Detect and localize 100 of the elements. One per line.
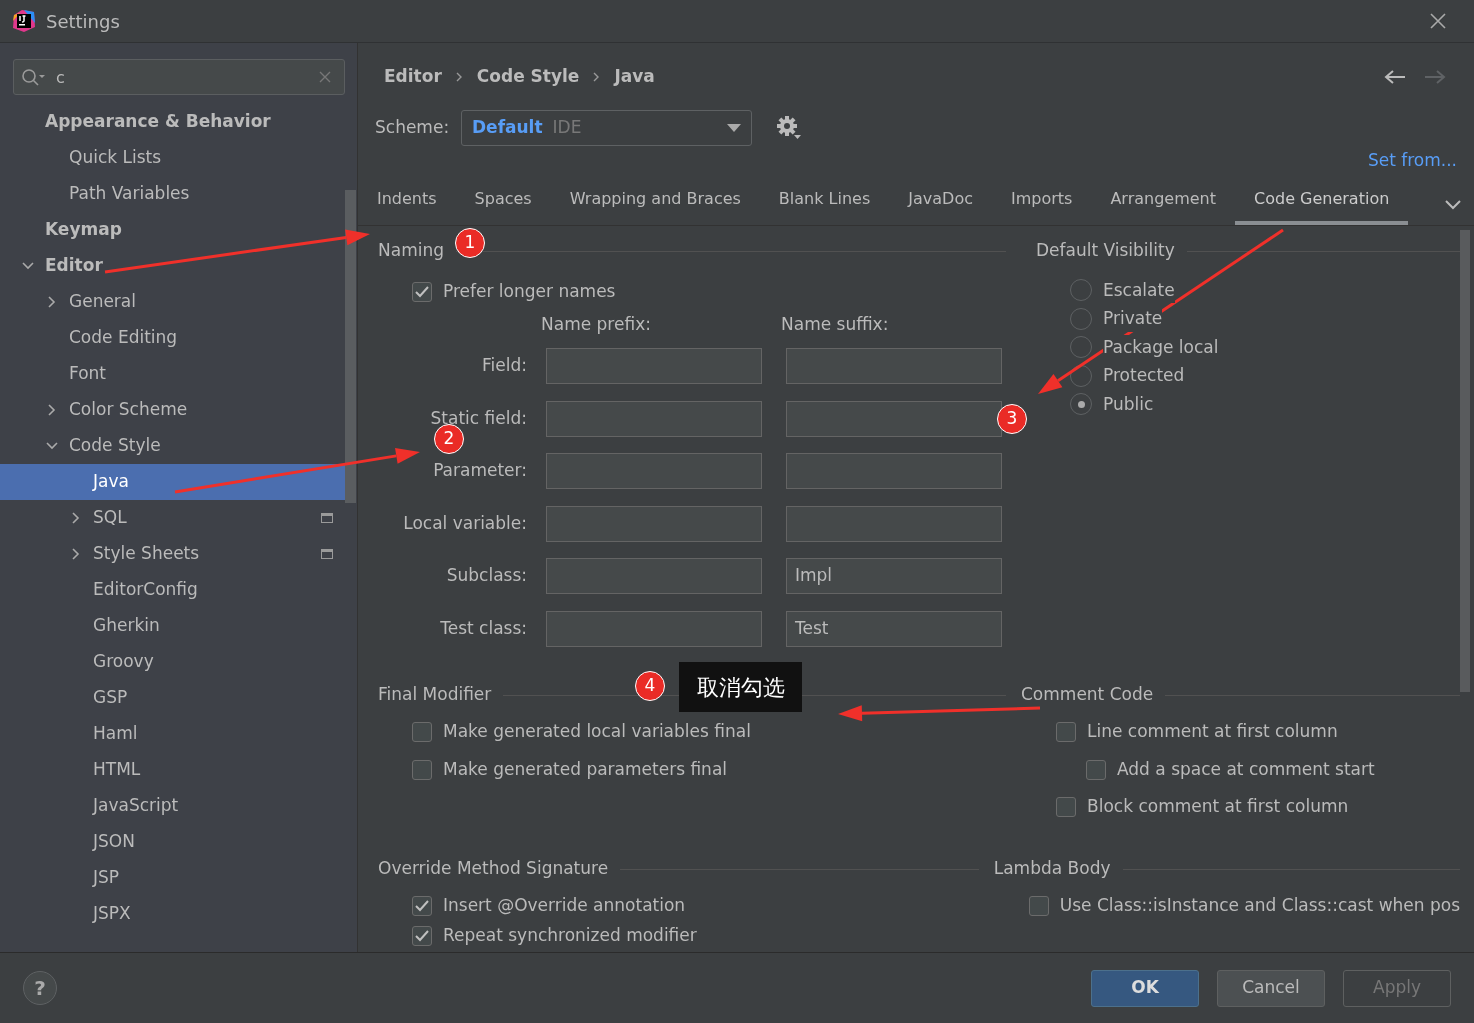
tree-item[interactable]: JSPX: [0, 896, 345, 932]
tab[interactable]: Code Generation: [1235, 178, 1409, 225]
tree-item[interactable]: Haml: [0, 716, 345, 752]
set-from-link[interactable]: Set from...: [1367, 148, 1457, 174]
tab[interactable]: Wrapping and Braces: [550, 178, 760, 225]
section-title: Comment Code: [1021, 683, 1154, 707]
checkbox[interactable]: [412, 722, 432, 742]
input-field[interactable]: [546, 558, 762, 594]
section-title: Override Method Signature: [378, 857, 609, 881]
tab[interactable]: Blank Lines: [759, 178, 890, 225]
tree-item[interactable]: Font: [0, 356, 345, 392]
tree-item[interactable]: Code Editing: [0, 320, 345, 356]
breadcrumb-item[interactable]: Java: [614, 63, 655, 90]
number-badge: 1: [455, 228, 485, 258]
tree-item[interactable]: Editor: [0, 248, 345, 284]
tree-item[interactable]: Java: [0, 464, 345, 500]
tree-item[interactable]: GSP: [0, 680, 345, 716]
tree-item[interactable]: HTML: [0, 752, 345, 788]
input-field[interactable]: [546, 505, 762, 542]
field-label: Local variable:: [402, 511, 527, 535]
chevron-down-icon[interactable]: [1445, 200, 1461, 210]
checkbox[interactable]: [1056, 722, 1076, 742]
checkbox-label[interactable]: Repeat synchronized modifier: [443, 923, 697, 949]
number-badge: 2: [434, 424, 464, 454]
column-header: Name suffix:: [781, 313, 889, 337]
input-field[interactable]: [546, 610, 762, 647]
radio-button[interactable]: [1070, 393, 1092, 416]
number-badge: 3: [997, 404, 1027, 434]
radio-button[interactable]: [1070, 307, 1092, 330]
scrollbar[interactable]: [345, 190, 356, 503]
checkbox[interactable]: [1056, 797, 1076, 817]
input-field[interactable]: [546, 453, 762, 489]
input-field[interactable]: [786, 400, 1002, 437]
tab[interactable]: JavaDoc: [889, 178, 992, 225]
input-field[interactable]: [546, 400, 762, 437]
scheme-dropdown[interactable]: Default IDE: [461, 110, 752, 146]
checkbox[interactable]: [1028, 896, 1049, 916]
tree-item[interactable]: General: [0, 284, 345, 320]
tree-item[interactable]: JSON: [0, 824, 345, 860]
tree-item[interactable]: JavaScript: [0, 788, 345, 824]
breadcrumb-item[interactable]: Code Style: [476, 63, 580, 90]
field-label: Parameter:: [432, 459, 527, 483]
checkbox-label[interactable]: Block comment at first column: [1087, 794, 1349, 820]
close-icon[interactable]: [1430, 13, 1446, 29]
input-field[interactable]: Test: [786, 610, 1002, 647]
checkbox[interactable]: [412, 896, 432, 916]
tree-item[interactable]: Groovy: [0, 644, 345, 680]
back-arrow-icon[interactable]: [1384, 68, 1406, 85]
tree-item[interactable]: Quick Lists: [0, 140, 345, 176]
section-title: Final Modifier: [378, 683, 492, 707]
input-field[interactable]: [786, 505, 1002, 542]
checkbox-label[interactable]: Add a space at comment start: [1117, 756, 1375, 783]
gear-icon[interactable]: [776, 115, 802, 141]
tree-item[interactable]: Code Style: [0, 428, 345, 464]
input-field[interactable]: [786, 348, 1002, 384]
search-icon: [21, 68, 45, 86]
radio-label[interactable]: Package local: [1103, 334, 1219, 360]
window-title: Settings: [46, 9, 120, 34]
clear-icon[interactable]: [319, 71, 331, 83]
dropdown-arrow-icon: [727, 124, 741, 132]
tab[interactable]: Spaces: [455, 178, 551, 225]
breadcrumb-item[interactable]: Editor: [384, 63, 442, 90]
tree-item[interactable]: Keymap: [0, 212, 345, 248]
input-field[interactable]: [546, 348, 762, 384]
checkbox[interactable]: [1086, 759, 1106, 780]
tree-item[interactable]: Path Variables: [0, 176, 345, 212]
tree-item[interactable]: Color Scheme: [0, 392, 345, 428]
tree-item[interactable]: SQL: [0, 500, 345, 536]
checkbox[interactable]: [412, 282, 432, 302]
scheme-label: Scheme:: [375, 116, 451, 140]
checkbox-label[interactable]: Make generated local variables final: [443, 719, 751, 745]
checkbox-label[interactable]: Insert @Override annotation: [443, 893, 686, 919]
input-field[interactable]: [786, 453, 1002, 489]
section-title: Default Visibility: [1036, 239, 1175, 263]
cancel-button[interactable]: Cancel: [1217, 969, 1325, 1007]
radio-button[interactable]: [1070, 336, 1092, 359]
checkbox-label[interactable]: Use Class::isInstance and Class::cast when pos: [1059, 893, 1460, 919]
tree-item[interactable]: JSP: [0, 860, 345, 896]
tab[interactable]: Imports: [991, 178, 1092, 225]
checkbox[interactable]: [412, 759, 432, 780]
search-field[interactable]: c: [13, 59, 345, 95]
tree-item[interactable]: Appearance & Behavior: [0, 104, 345, 140]
input-field[interactable]: Impl: [786, 558, 1002, 594]
scrollbar[interactable]: [1460, 230, 1470, 692]
radio-button[interactable]: [1070, 279, 1092, 302]
annotation-label: 取消勾选: [679, 662, 802, 712]
help-button[interactable]: ?: [23, 971, 57, 1005]
forward-arrow-icon[interactable]: [1424, 68, 1446, 85]
tab[interactable]: Arrangement: [1091, 178, 1235, 225]
tab[interactable]: Indents: [358, 178, 456, 225]
checkbox-label[interactable]: Line comment at first column: [1087, 719, 1338, 745]
tree-item[interactable]: Style Sheets: [0, 536, 345, 572]
tree-item[interactable]: EditorConfig: [0, 572, 345, 608]
checkbox-label[interactable]: Make generated parameters final: [443, 756, 728, 783]
checkbox-label[interactable]: Prefer longer names: [443, 279, 616, 305]
tree-item[interactable]: Gherkin: [0, 608, 345, 644]
breadcrumb-separator-icon: [593, 71, 601, 82]
ok-button[interactable]: OK: [1091, 969, 1199, 1007]
checkbox[interactable]: [412, 926, 432, 946]
radio-label[interactable]: Private: [1103, 306, 1163, 332]
